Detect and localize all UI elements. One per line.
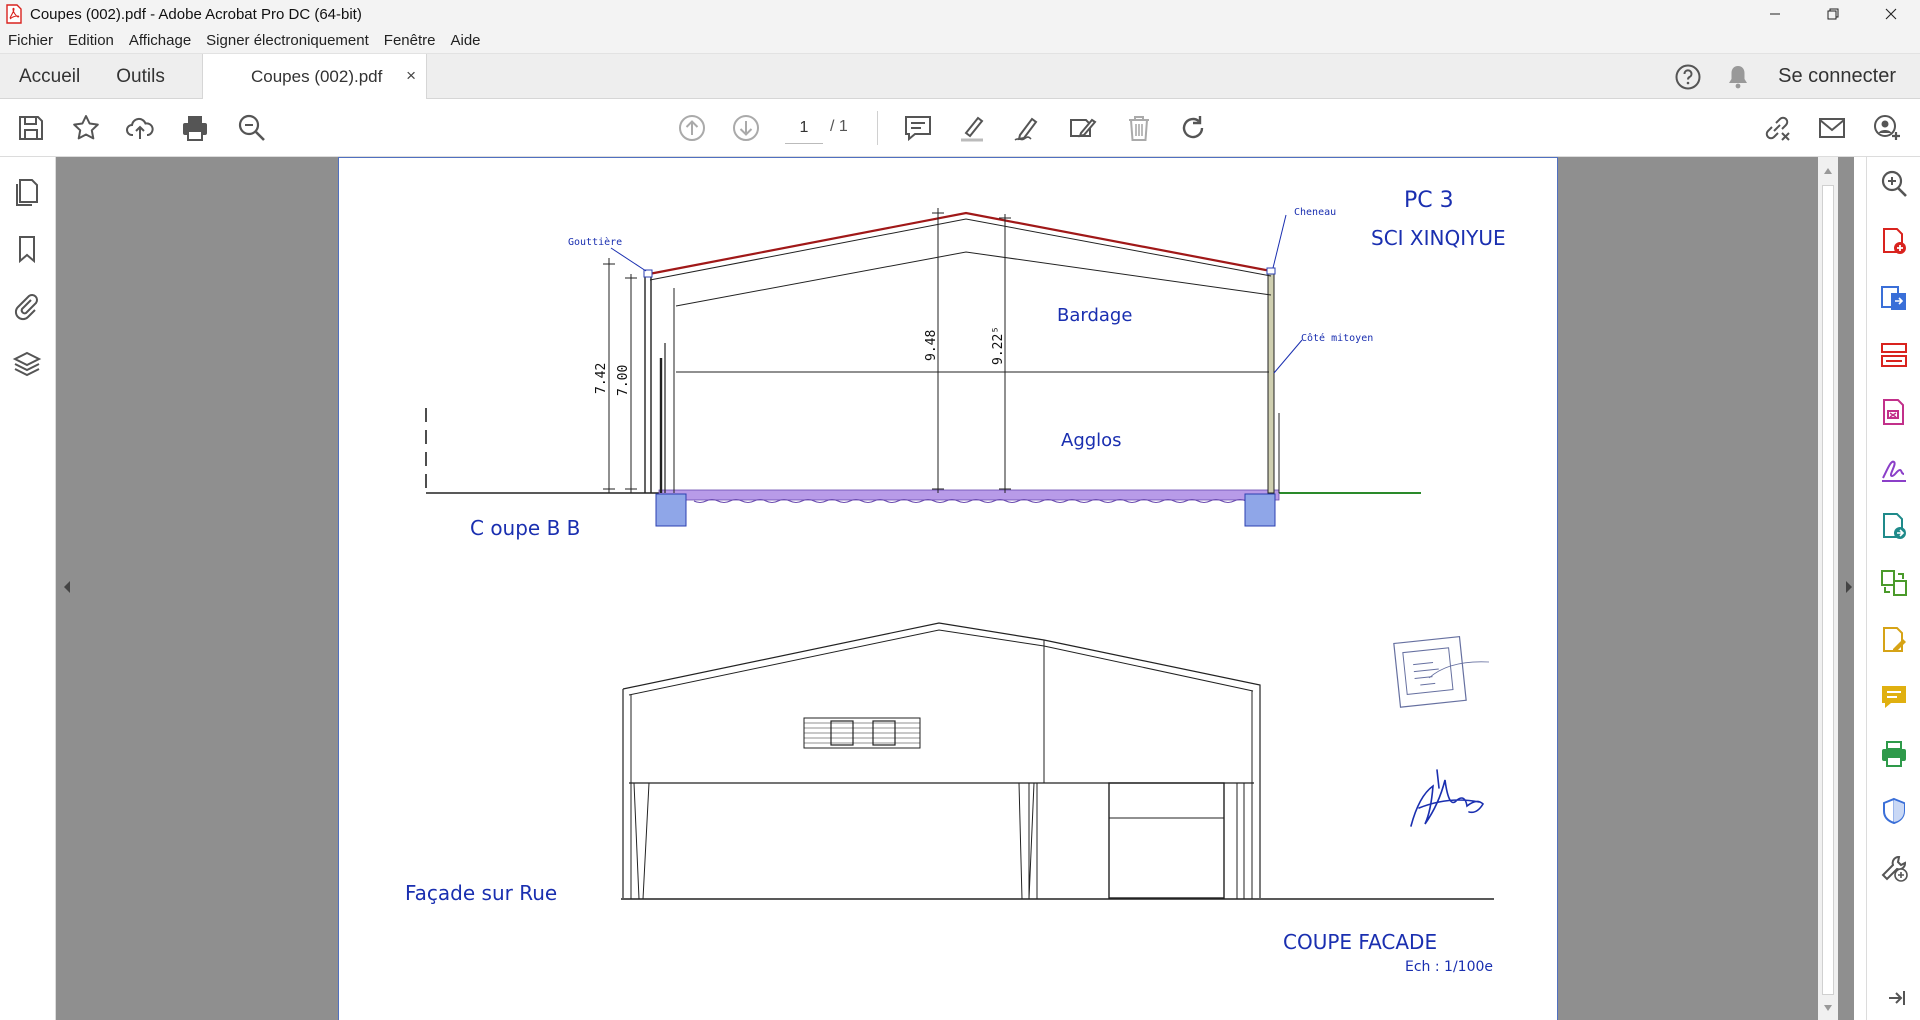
pc-label: PC 3	[1404, 188, 1454, 213]
expand-panel-icon[interactable]	[1879, 983, 1909, 1013]
send-for-review-icon[interactable]	[1879, 511, 1909, 541]
collapse-right-panel-icon[interactable]	[1845, 580, 1853, 594]
left-navigation-rail	[0, 157, 56, 1020]
share-link-icon[interactable]	[1762, 113, 1792, 143]
bardage-label: Bardage	[1057, 305, 1132, 326]
acrobat-pdf-icon	[6, 4, 22, 24]
email-icon[interactable]	[1817, 113, 1847, 143]
delete-trash-icon[interactable]	[1124, 113, 1154, 143]
edit-pdf-icon[interactable]	[1879, 625, 1909, 655]
tab-document[interactable]: Coupes (002).pdf ×	[202, 54, 427, 99]
close-tab-button[interactable]: ×	[406, 66, 416, 86]
help-icon[interactable]	[1674, 63, 1702, 91]
minimize-icon	[1770, 13, 1780, 15]
architectural-drawing: PC 3 SCI XINQIYUE Gouttière Cheneau Côté…	[405, 188, 1506, 975]
menu-edition[interactable]: Edition	[68, 32, 114, 49]
zoom-icon[interactable]	[1879, 169, 1909, 199]
company-name: SCI XINQIYUE	[1371, 226, 1506, 250]
menu-aide[interactable]: Aide	[450, 32, 480, 49]
save-icon[interactable]	[16, 113, 46, 143]
compress-pdf-icon[interactable]	[1879, 397, 1909, 427]
organize-pages-icon[interactable]	[1879, 340, 1909, 370]
dimension-948: 9.48	[924, 330, 939, 361]
print-icon[interactable]	[180, 113, 210, 143]
zoom-out-icon[interactable]	[237, 113, 267, 143]
previous-page-icon[interactable]	[677, 113, 707, 143]
rotate-icon[interactable]	[1178, 113, 1208, 143]
fill-sign-icon[interactable]	[1067, 113, 1097, 143]
bookmark-icon[interactable]	[12, 234, 42, 264]
tab-bar: Accueil Outils Coupes (002).pdf × Se con…	[0, 54, 1920, 99]
minimize-button[interactable]	[1746, 0, 1804, 28]
facade-label: Façade sur Rue	[405, 881, 557, 905]
menu-signer[interactable]: Signer électroniquement	[206, 32, 369, 49]
mitoyen-label: Côté mitoyen	[1301, 332, 1373, 344]
menu-affichage[interactable]: Affichage	[129, 32, 191, 49]
section-bb-drawing	[425, 208, 1421, 527]
close-window-button[interactable]	[1862, 0, 1920, 28]
more-tools-icon[interactable]	[1879, 853, 1909, 883]
vertical-scrollbar[interactable]	[1818, 157, 1838, 1020]
draw-pen-icon[interactable]	[1012, 113, 1042, 143]
main-toolbar: / 1	[0, 99, 1920, 157]
tab-tools[interactable]: Outils	[116, 66, 165, 88]
signature	[1410, 769, 1485, 827]
gutter-label: Gouttière	[568, 236, 622, 248]
sign-icon[interactable]	[1879, 454, 1909, 484]
section-label: C oupe B B	[470, 516, 580, 540]
scrollbar-thumb[interactable]	[1822, 185, 1834, 995]
close-icon	[1885, 8, 1897, 20]
window-title: Coupes (002).pdf - Adobe Acrobat Pro DC …	[30, 5, 362, 23]
menu-fichier[interactable]: Fichier	[8, 32, 53, 49]
protect-shield-icon[interactable]	[1879, 796, 1909, 826]
right-tools-rail	[1866, 157, 1920, 1020]
agglos-label: Agglos	[1061, 430, 1122, 451]
cheneau-label: Cheneau	[1294, 207, 1336, 218]
document-tab-label: Coupes (002).pdf	[251, 66, 383, 86]
menu-fenetre[interactable]: Fenêtre	[384, 32, 436, 49]
company-stamp	[1393, 635, 1490, 708]
menu-bar: Fichier Edition Affichage Signer électro…	[0, 28, 1920, 54]
cloud-upload-icon[interactable]	[125, 113, 155, 143]
next-page-icon[interactable]	[731, 113, 761, 143]
layers-icon[interactable]	[12, 349, 42, 379]
sign-in-button[interactable]: Se connecter	[1778, 65, 1896, 88]
add-user-icon[interactable]	[1872, 113, 1902, 143]
page-total: / 1	[830, 118, 848, 135]
notifications-bell-icon[interactable]	[1726, 64, 1750, 90]
tab-home[interactable]: Accueil	[19, 66, 80, 88]
star-icon[interactable]	[71, 113, 101, 143]
toolbar-separator	[877, 111, 878, 145]
restore-icon	[1827, 8, 1839, 20]
dimension-700: 7.00	[616, 365, 631, 396]
comment-tool-icon[interactable]	[1879, 682, 1909, 712]
combine-files-icon[interactable]	[1879, 568, 1909, 598]
facade-drawing	[621, 622, 1494, 900]
create-pdf-icon[interactable]	[1879, 226, 1909, 256]
scroll-down-arrow-icon[interactable]	[1823, 1004, 1833, 1012]
title-bar: Coupes (002).pdf - Adobe Acrobat Pro DC …	[0, 0, 1920, 28]
scale-label: Ech : 1/100e	[1405, 959, 1493, 975]
dimension-742: 7.42	[594, 363, 609, 394]
collapse-left-panel-icon[interactable]	[63, 580, 71, 594]
print-production-icon[interactable]	[1879, 739, 1909, 769]
pdf-page: PC 3 SCI XINQIYUE Gouttière Cheneau Côté…	[338, 157, 1558, 1020]
scroll-up-arrow-icon[interactable]	[1823, 167, 1833, 175]
restore-button[interactable]	[1804, 0, 1862, 28]
coupe-facade-title: COUPE FACADE	[1283, 930, 1437, 954]
page-number-input[interactable]	[785, 112, 823, 144]
export-pdf-icon[interactable]	[1879, 283, 1909, 313]
page-thumbnails-icon[interactable]	[12, 177, 42, 207]
highlight-icon[interactable]	[958, 113, 988, 143]
attachment-paperclip-icon[interactable]	[12, 291, 42, 321]
dimension-9225: 9.22⁵	[991, 326, 1006, 365]
comment-icon[interactable]	[903, 113, 933, 143]
